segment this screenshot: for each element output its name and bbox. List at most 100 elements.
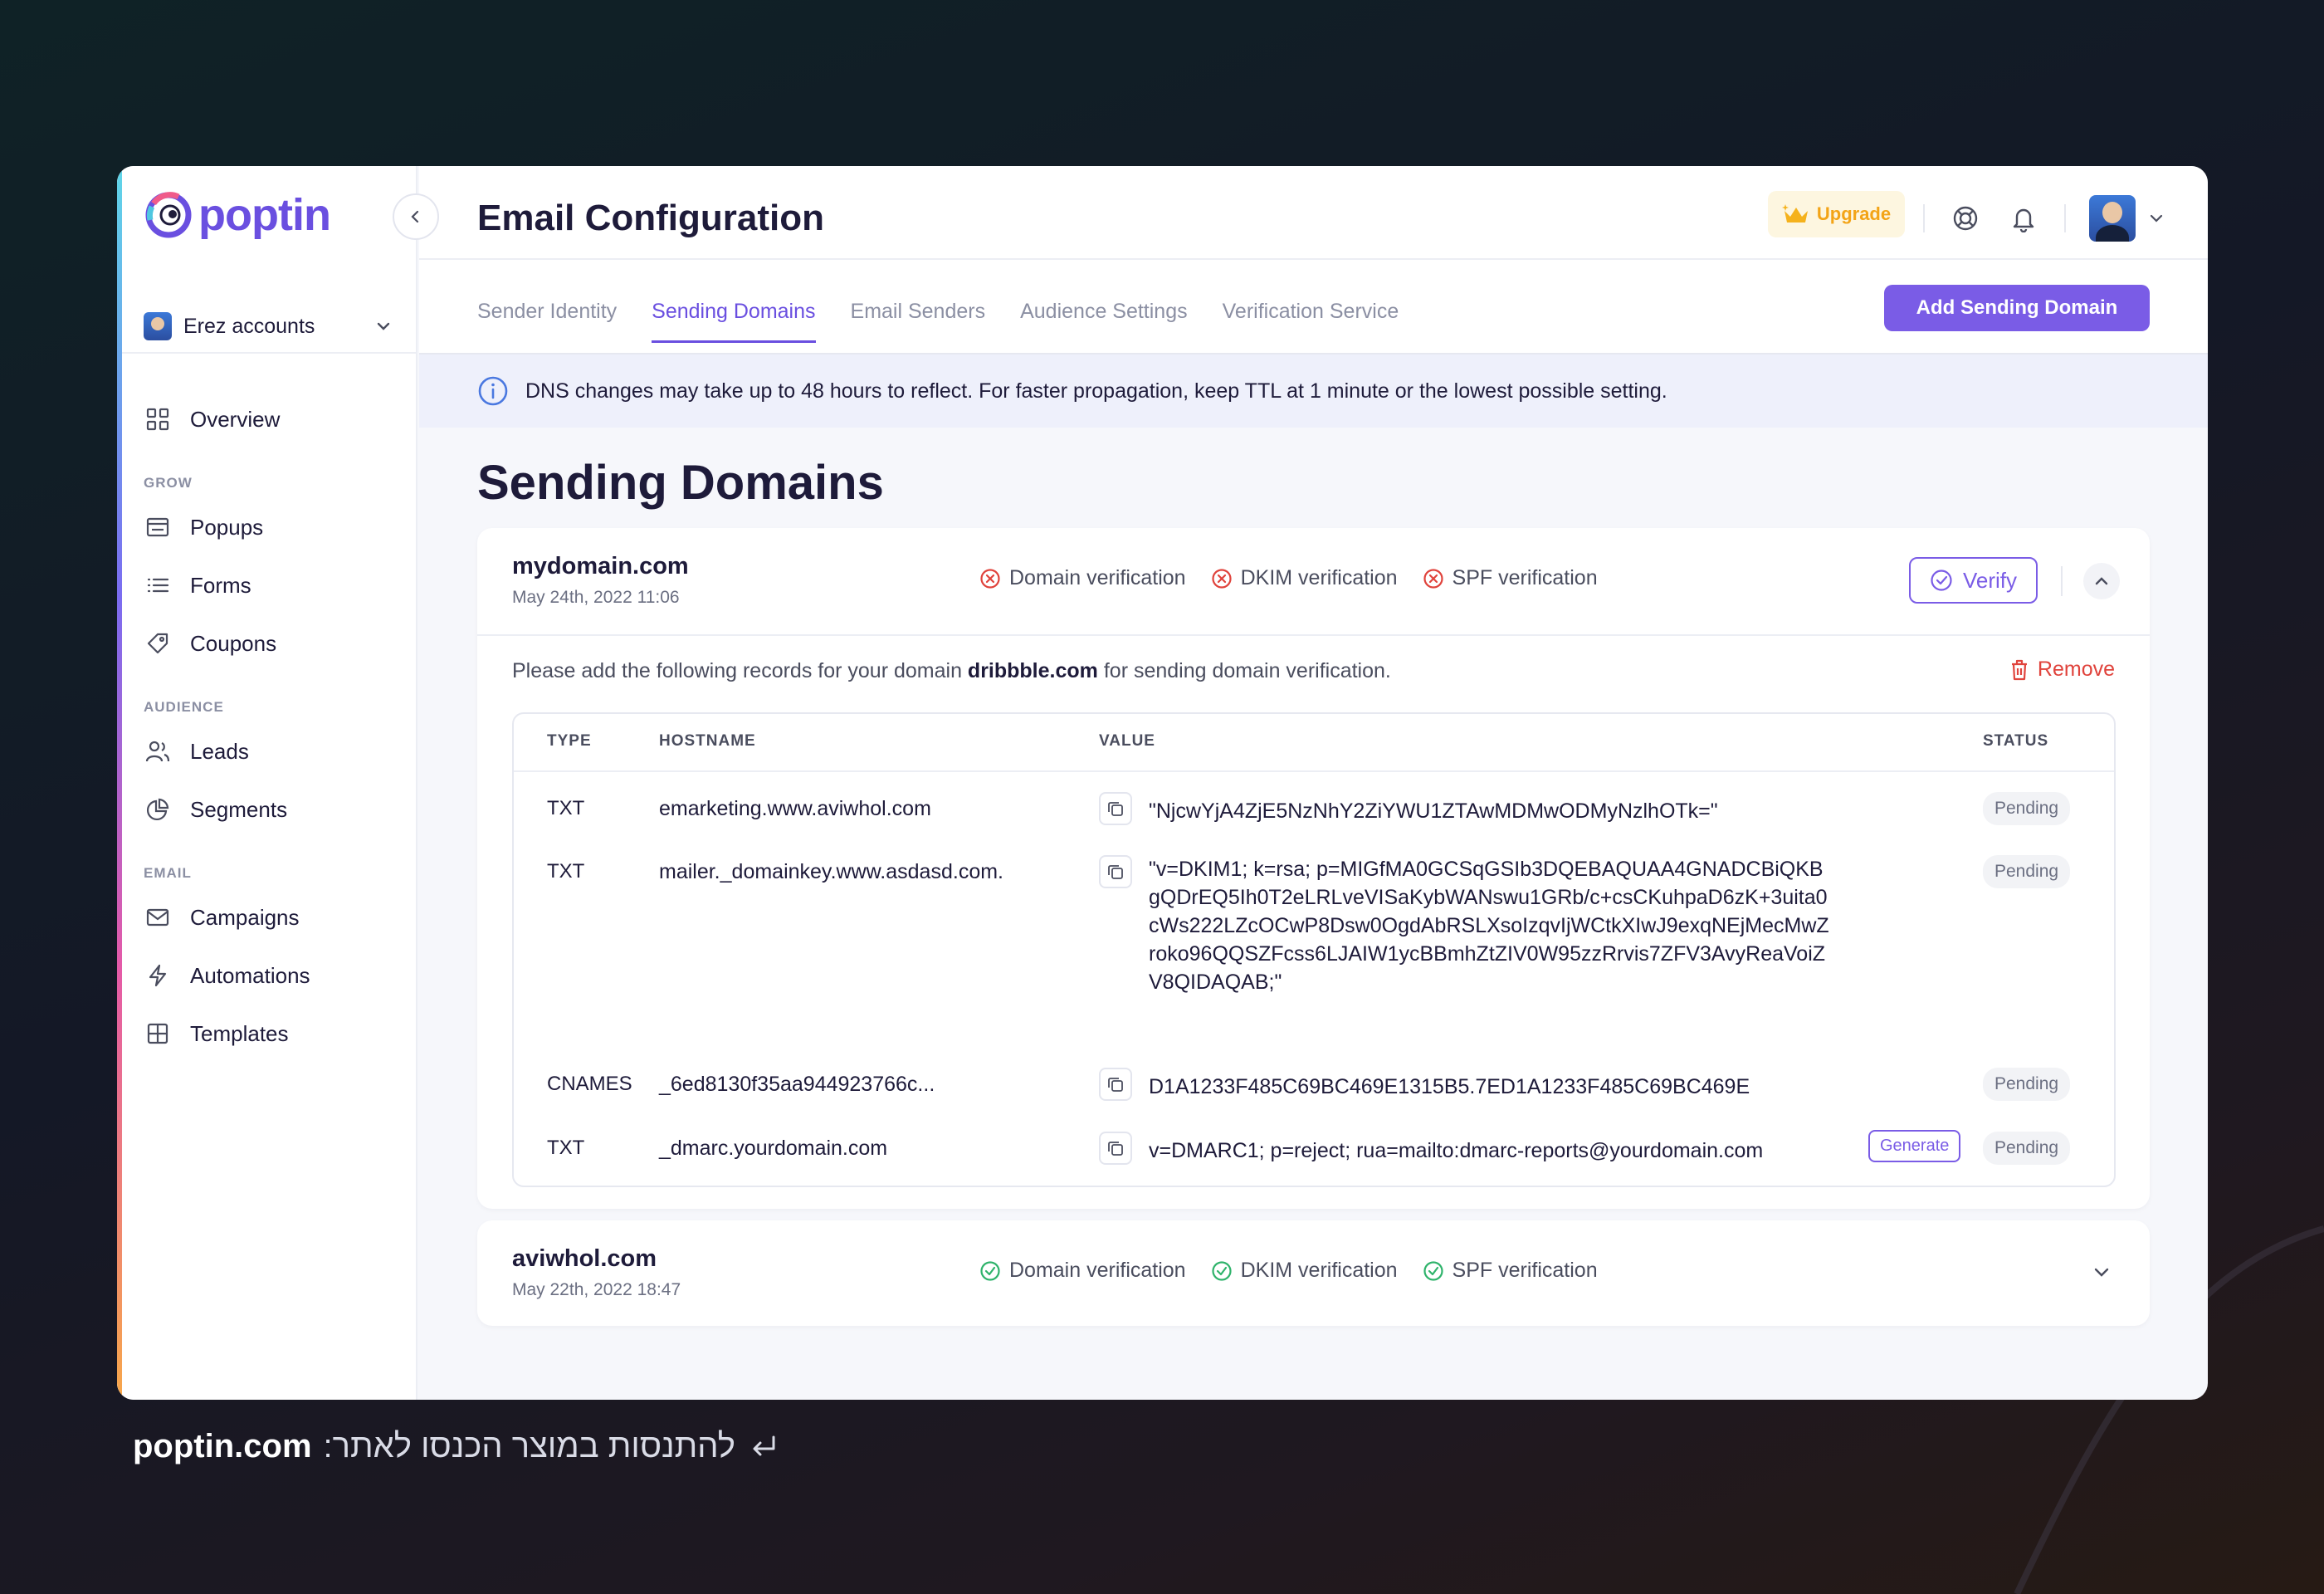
info-icon bbox=[478, 376, 508, 406]
poptin-logo[interactable]: poptin bbox=[145, 189, 331, 241]
footer-caption: poptin.com להתנסות במוצר הכנסו לאתר: bbox=[133, 1428, 780, 1465]
x-circle-icon bbox=[1211, 568, 1232, 589]
sidebar-item-label: Coupons bbox=[190, 630, 277, 656]
record-type: TXT bbox=[547, 797, 585, 819]
account-switcher[interactable]: Erez accounts bbox=[144, 307, 393, 345]
notifications-button[interactable] bbox=[2006, 201, 2041, 236]
crown-icon bbox=[1781, 204, 1808, 222]
tab-email-senders[interactable]: Email Senders bbox=[851, 300, 986, 343]
top-bar: Email Configuration Upgrade bbox=[419, 166, 2208, 260]
tab-sender-identity[interactable]: Sender Identity bbox=[477, 300, 617, 343]
record-value: v=DMARC1; p=reject; rua=mailto:dmarc-rep… bbox=[1149, 1139, 1764, 1162]
mail-icon bbox=[144, 903, 172, 931]
user-avatar[interactable] bbox=[2089, 195, 2136, 242]
check-label: DKIM verification bbox=[1240, 1259, 1398, 1282]
dns-info-banner: DNS changes may take up to 48 hours to r… bbox=[419, 354, 2208, 428]
sidebar-item-leads[interactable]: Leads bbox=[144, 722, 401, 780]
x-circle-icon bbox=[1423, 568, 1443, 589]
column-header-value: VALUE bbox=[1099, 732, 1155, 750]
sidebar-item-label: Campaigns bbox=[190, 904, 300, 930]
sidebar-item-popups[interactable]: Popups bbox=[144, 498, 401, 556]
trash-icon bbox=[2011, 659, 2027, 680]
record-value: "v=DKIM1; k=rsa; p=MIGfMA0GCSqGSIb3DQEBA… bbox=[1149, 858, 1829, 994]
column-header-hostname: HOSTNAME bbox=[659, 732, 756, 750]
tabs: Sender Identity Sending Domains Email Se… bbox=[477, 300, 1399, 343]
tab-bar: Sender Identity Sending Domains Email Se… bbox=[419, 260, 2208, 354]
sidebar-item-label: Leads bbox=[190, 738, 249, 764]
footer-hebrew-text: להתנסות במוצר הכנסו לאתר: bbox=[323, 1428, 735, 1464]
domain-date: May 24th, 2022 11:06 bbox=[512, 588, 680, 607]
record-value: D1A1233F485C69BC469E1315B5.7ED1A1233F485… bbox=[1149, 1075, 1750, 1098]
main-content: Email Configuration Upgrade Sender Ident… bbox=[419, 166, 2208, 1400]
generate-button[interactable]: Generate bbox=[1868, 1130, 1961, 1162]
check-label: SPF verification bbox=[1452, 1259, 1598, 1282]
instruction-domain: dribbble.com bbox=[967, 659, 1098, 682]
chevron-down-icon bbox=[2094, 1268, 2109, 1277]
poptin-logo-icon bbox=[145, 192, 192, 238]
grid-icon bbox=[144, 405, 172, 433]
record-type: TXT bbox=[547, 860, 585, 883]
column-header-status: STATUS bbox=[1983, 732, 2049, 750]
sidebar-item-templates[interactable]: Templates bbox=[144, 1005, 401, 1063]
tag-icon bbox=[144, 629, 172, 658]
page-title: Email Configuration bbox=[477, 198, 824, 238]
sidebar-item-label: Templates bbox=[190, 1020, 289, 1046]
sidebar-item-coupons[interactable]: Coupons bbox=[144, 614, 401, 672]
tab-verification-service[interactable]: Verification Service bbox=[1223, 300, 1399, 343]
instruction-suffix: for sending domain verification. bbox=[1103, 659, 1391, 682]
copy-button[interactable] bbox=[1099, 855, 1132, 888]
account-label: Erez accounts bbox=[183, 314, 315, 338]
x-circle-icon bbox=[980, 568, 1000, 589]
instruction-prefix: Please add the following records for you… bbox=[512, 659, 962, 682]
remove-button[interactable]: Remove bbox=[2009, 658, 2115, 682]
domain-card[interactable]: aviwhol.com May 22th, 2022 18:47 Domain … bbox=[477, 1220, 2150, 1326]
return-arrow-icon bbox=[753, 1435, 775, 1455]
sidebar-item-overview[interactable]: Overview bbox=[144, 390, 401, 448]
lightning-icon bbox=[144, 961, 172, 990]
tab-audience-settings[interactable]: Audience Settings bbox=[1020, 300, 1188, 343]
sidebar: poptin Erez accounts Overview GROW Popup… bbox=[117, 166, 417, 1400]
sidebar-item-segments[interactable]: Segments bbox=[144, 780, 401, 839]
chevron-down-icon[interactable] bbox=[2147, 209, 2165, 227]
sidebar-accent-bar bbox=[117, 166, 122, 1400]
help-button[interactable] bbox=[1948, 201, 1983, 236]
copy-icon bbox=[1108, 1142, 1123, 1156]
status-badge: Pending bbox=[1983, 792, 2071, 825]
divider bbox=[1923, 204, 1925, 232]
sidebar-item-automations[interactable]: Automations bbox=[144, 946, 401, 1005]
copy-icon bbox=[1108, 802, 1123, 816]
check-label: Domain verification bbox=[1009, 566, 1186, 589]
footer-site-link[interactable]: poptin.com bbox=[133, 1428, 312, 1465]
popup-window-icon bbox=[144, 513, 172, 541]
status-badge: Pending bbox=[1983, 855, 2071, 888]
sidebar-nav: Overview GROW Popups Forms Coupons AUDIE… bbox=[144, 390, 401, 1063]
upgrade-button[interactable]: Upgrade bbox=[1768, 191, 1905, 237]
check-domain: Domain verification bbox=[979, 566, 1186, 590]
top-bar-actions bbox=[1923, 195, 2165, 242]
list-icon bbox=[144, 571, 172, 599]
bell-icon bbox=[2013, 208, 2034, 232]
chevron-left-icon bbox=[411, 210, 419, 223]
expand-domain-button[interactable] bbox=[2083, 1254, 2120, 1290]
chevron-up-icon bbox=[2095, 577, 2108, 585]
lifebuoy-icon bbox=[1953, 206, 1978, 231]
domain-date: May 22th, 2022 18:47 bbox=[512, 1280, 681, 1299]
verify-button[interactable]: Verify bbox=[1909, 557, 2038, 604]
logo-text: poptin bbox=[198, 190, 331, 240]
sidebar-item-campaigns[interactable]: Campaigns bbox=[144, 888, 401, 946]
copy-button[interactable] bbox=[1099, 1132, 1132, 1165]
account-divider bbox=[122, 352, 417, 354]
copy-button[interactable] bbox=[1099, 1068, 1132, 1101]
section-label-audience: AUDIENCE bbox=[144, 699, 224, 715]
copy-icon bbox=[1108, 1078, 1123, 1092]
collapse-sidebar-button[interactable] bbox=[393, 193, 439, 240]
users-icon bbox=[144, 737, 172, 765]
add-sending-domain-button[interactable]: Add Sending Domain bbox=[1884, 285, 2150, 331]
tab-sending-domains[interactable]: Sending Domains bbox=[652, 300, 816, 343]
collapse-domain-button[interactable] bbox=[2083, 563, 2120, 599]
copy-button[interactable] bbox=[1099, 792, 1132, 825]
remove-label: Remove bbox=[2037, 658, 2115, 681]
sidebar-item-forms[interactable]: Forms bbox=[144, 556, 401, 614]
check-circle-icon bbox=[980, 1260, 1000, 1281]
app-window: poptin Erez accounts Overview GROW Popup… bbox=[117, 166, 2208, 1400]
